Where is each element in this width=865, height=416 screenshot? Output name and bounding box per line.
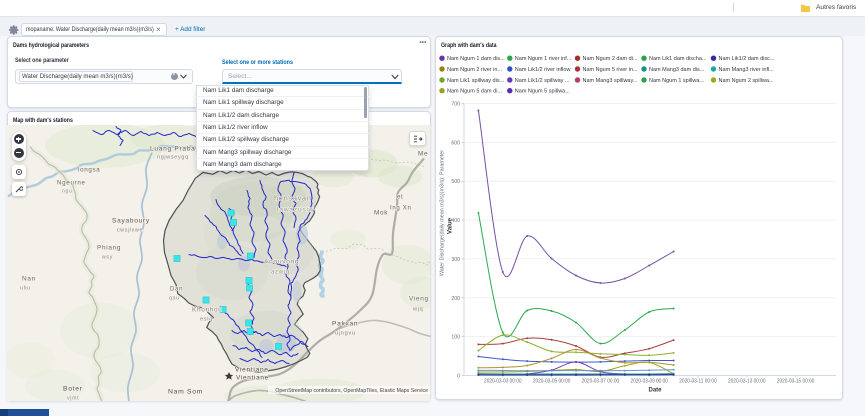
svg-text:2020-03-09 00:00: 2020-03-09 00:00: [630, 379, 668, 385]
svg-text:qsu: qsu: [169, 295, 180, 301]
svg-text:Water Discharge(daily mean m3/: Water Discharge(daily mean m3/s)(m3/s): …: [440, 150, 446, 276]
svg-text:Nam Ngum 2 spillwa...: Nam Ngum 2 spillwa...: [719, 78, 774, 84]
svg-text:Date: Date: [648, 388, 662, 394]
svg-text:Khonhou: Khonhou: [192, 306, 223, 313]
svg-text:Nam Mang3 spillway...: Nam Mang3 spillway...: [583, 78, 638, 84]
svg-text:Nam Ngum 2 river in...: Nam Ngum 2 river in...: [447, 67, 502, 73]
svg-text:Nam Ngum 5 river in...: Nam Ngum 5 river in...: [583, 67, 638, 73]
svg-text:cwsjlxwe: cwsjlxwe: [117, 227, 143, 233]
svg-text:100: 100: [451, 335, 460, 341]
svg-text:Nam Lik1 spillway dis...: Nam Lik1 spillway dis...: [447, 78, 505, 84]
svg-text:700: 700: [451, 102, 460, 108]
svg-text:Nam Ngum 5 spillwa...: Nam Ngum 5 spillwa...: [515, 89, 570, 95]
svg-text:Phiang: Phiang: [97, 244, 121, 251]
svg-text:Nam Ngum 1 river inf...: Nam Ngum 1 river inf...: [515, 56, 572, 62]
svg-text:uhu: uhu: [20, 285, 31, 291]
svg-text:0: 0: [457, 374, 460, 380]
svg-text:Value: Value: [447, 217, 454, 234]
svg-text:Vientiane: Vientiane: [235, 366, 269, 373]
svg-text:Luang Praba: Luang Praba: [150, 145, 195, 152]
svg-text:2020-03-03 00:00: 2020-03-03 00:00: [484, 379, 522, 385]
svg-text:Dan: Dan: [170, 286, 183, 292]
svg-text:wjq: wjq: [412, 306, 424, 312]
svg-text:2020-03-05 00:00: 2020-03-05 00:00: [533, 379, 571, 385]
svg-text:Boter: Boter: [63, 385, 83, 392]
svg-text:2020-03-13 00:00: 2020-03-13 00:00: [728, 379, 766, 385]
svg-text:ujngvu: ujngvu: [335, 330, 356, 336]
svg-text:wsy: wsy: [102, 254, 113, 260]
svg-text:ngu: ngu: [62, 188, 72, 194]
svg-text:Nam Mang3 river infl...: Nam Mang3 river infl...: [719, 67, 775, 73]
svg-text:longsa: longsa: [78, 166, 100, 173]
svg-text:et: et: [397, 194, 403, 200]
svg-text:Nam Ngum 1 spillwa...: Nam Ngum 1 spillwa...: [649, 78, 704, 84]
svg-text:lawazusiw: lawazusiw: [277, 206, 314, 213]
svg-text:Nam Lik1/2 dam disc...: Nam Lik1/2 dam disc...: [719, 56, 775, 62]
svg-text:300: 300: [451, 257, 460, 263]
svg-text:Ngeurne: Ngeurne: [57, 179, 86, 186]
svg-text:Nam Lik1 dam discha...: Nam Lik1 dam discha...: [649, 56, 707, 62]
svg-text:vjmt: vjmt: [67, 395, 79, 401]
svg-text:Nam Ngum 1 dam dis...: Nam Ngum 1 dam dis...: [447, 56, 505, 62]
svg-text:Anouvong: Anouvong: [264, 258, 299, 265]
svg-text:2020-03-07 00:00: 2020-03-07 00:00: [582, 379, 620, 385]
svg-text:Nam Ngum 5 dam di...: Nam Ngum 5 dam di...: [447, 89, 502, 95]
svg-text:Vieng: Vieng: [409, 295, 429, 302]
svg-text:Mok: Mok: [374, 209, 388, 216]
svg-text:200: 200: [451, 296, 460, 302]
svg-text:azwjq: azwjq: [271, 269, 290, 275]
svg-text:honsavan: honsavan: [274, 193, 312, 202]
svg-text:ngjwseygq: ngjwseygq: [157, 154, 189, 160]
svg-text:Nam Lik1/2 spillway ...: Nam Lik1/2 spillway ...: [515, 78, 570, 84]
svg-text:600: 600: [451, 140, 460, 146]
svg-text:Vientiane: Vientiane: [236, 374, 269, 381]
svg-text:Nan: Nan: [22, 275, 36, 282]
svg-text:2020-03-11 00:00: 2020-03-11 00:00: [679, 379, 717, 385]
svg-text:Nam Som: Nam Som: [168, 388, 203, 395]
svg-text:Ing Xn: Ing Xn: [390, 205, 412, 211]
svg-text:500: 500: [451, 179, 460, 185]
svg-text:2020-03-15 00:00: 2020-03-15 00:00: [777, 379, 815, 385]
svg-text:Sayaboury: Sayaboury: [112, 217, 150, 224]
svg-text:Nam Mang3 dam dis...: Nam Mang3 dam dis...: [649, 67, 705, 73]
svg-text:Nam Ngum 2 dam di...: Nam Ngum 2 dam di...: [583, 56, 638, 62]
svg-text:Nam Lik1/2 river inflow: Nam Lik1/2 river inflow: [515, 67, 571, 73]
svg-text:Me: Me: [418, 150, 428, 157]
svg-text:eslq: eslq: [200, 316, 213, 322]
svg-text:OpenStreetMap contributors, Op: OpenStreetMap contributors, OpenMapTiles…: [275, 388, 428, 394]
svg-text:Pakxan: Pakxan: [332, 320, 358, 327]
